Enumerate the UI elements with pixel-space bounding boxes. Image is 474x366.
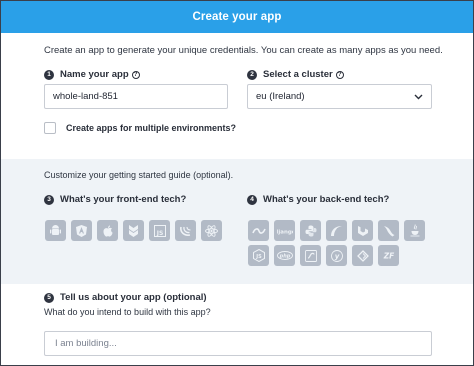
guide-label: Customize your getting started guide (op…	[44, 170, 234, 180]
php-icon[interactable]: php	[274, 245, 295, 266]
symfony-icon[interactable]	[300, 245, 321, 266]
dotnet-icon[interactable]	[248, 220, 269, 241]
angular-icon[interactable]	[71, 220, 92, 241]
laravel-icon[interactable]	[352, 220, 373, 241]
flask-icon[interactable]	[378, 220, 399, 241]
svg-text:php: php	[278, 254, 290, 260]
step-about-app: 5 Tell us about your app (optional)	[44, 292, 207, 303]
step-number: 3	[44, 194, 54, 205]
step-number: 4	[247, 194, 257, 205]
django-icon[interactable]: django	[274, 220, 295, 241]
go-icon[interactable]	[352, 245, 373, 266]
step-label: Select a cluster	[263, 69, 333, 80]
intent-placeholder: I am building...	[55, 338, 117, 349]
step-backend: 4 What's your back-end tech?	[247, 194, 389, 205]
modal-header: Create your app	[1, 1, 473, 33]
svg-text:ZF: ZF	[382, 252, 394, 261]
multi-env-label: Create apps for multiple environments?	[66, 123, 237, 133]
backend-tech-list-row1: django	[248, 220, 425, 241]
app-name-value: whole-land-851	[53, 91, 118, 102]
nodejs-icon[interactable]: JS	[248, 245, 269, 266]
frontend-tech-list: JS	[45, 220, 222, 241]
step-frontend: 3 What's your front-end tech?	[44, 194, 186, 205]
zend-icon[interactable]: ZF	[378, 245, 399, 266]
svg-text:JS: JS	[255, 254, 262, 260]
svg-text:django: django	[277, 229, 293, 235]
rails-icon[interactable]	[326, 220, 347, 241]
step-label: What's your front-end tech?	[60, 194, 187, 205]
help-icon[interactable]: ?	[335, 70, 344, 79]
intent-input[interactable]: I am building...	[44, 331, 432, 356]
backbone-icon[interactable]	[123, 220, 144, 241]
cluster-select[interactable]: eu (Ireland)	[247, 84, 432, 109]
multi-env-row: Create apps for multiple environments?	[44, 122, 236, 134]
step-name-app: 1 Name your app ?	[44, 69, 140, 80]
cluster-value: eu (Ireland)	[256, 91, 305, 102]
multi-env-checkbox[interactable]	[44, 122, 56, 134]
python-icon[interactable]	[300, 220, 321, 241]
android-icon[interactable]	[45, 220, 66, 241]
react-icon[interactable]	[201, 220, 222, 241]
step-label: Name your app	[60, 69, 129, 80]
create-app-modal: Create your app Create an app to generat…	[0, 0, 474, 366]
javascript-icon[interactable]: JS	[149, 220, 170, 241]
intro-text: Create an app to generate your unique cr…	[44, 45, 443, 56]
backend-tech-list-row2: JS php y ZF	[248, 245, 399, 266]
help-icon[interactable]: ?	[131, 70, 140, 79]
step-select-cluster: 2 Select a cluster ?	[247, 69, 344, 80]
svg-text:y: y	[334, 252, 339, 260]
apple-icon[interactable]	[97, 220, 118, 241]
intent-question: What do you intend to build with this ap…	[44, 307, 211, 317]
step-number: 5	[44, 292, 54, 303]
step-label: Tell us about your app (optional)	[60, 292, 207, 303]
svg-text:JS: JS	[155, 230, 163, 237]
java-icon[interactable]	[404, 220, 425, 241]
modal-title: Create your app	[192, 11, 282, 23]
chevron-down-icon	[414, 92, 423, 102]
step-label: What's your back-end tech?	[263, 194, 390, 205]
yii-icon[interactable]: y	[326, 245, 347, 266]
step-number: 2	[247, 69, 257, 80]
step-number: 1	[44, 69, 54, 80]
jquery-icon[interactable]	[175, 220, 196, 241]
app-name-input[interactable]: whole-land-851	[44, 84, 228, 109]
